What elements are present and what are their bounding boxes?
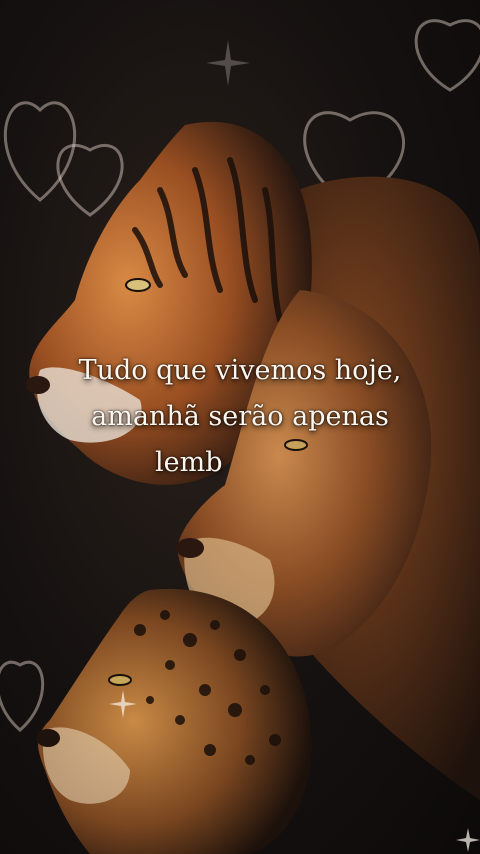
lion-nose — [176, 538, 204, 558]
leopard-eye — [108, 674, 132, 686]
heart-icon — [56, 143, 124, 217]
heart-icon — [0, 661, 44, 732]
tiger-eye — [125, 278, 151, 292]
caption-text: Tudo que vivemos hoje, amanhã serão apen… — [0, 348, 480, 486]
video-frame: Tudo que vivemos hoje, amanhã serão apen… — [0, 0, 480, 854]
caption-line-3: lemb — [155, 447, 223, 478]
caption-line-2: amanhã serão apenas — [91, 401, 389, 432]
leopard-nose — [36, 729, 60, 747]
caption-line-1: Tudo que vivemos hoje, — [78, 355, 402, 386]
sparkle-icon — [206, 40, 250, 86]
sparkle-icon — [456, 828, 480, 852]
heart-icon — [414, 19, 480, 92]
